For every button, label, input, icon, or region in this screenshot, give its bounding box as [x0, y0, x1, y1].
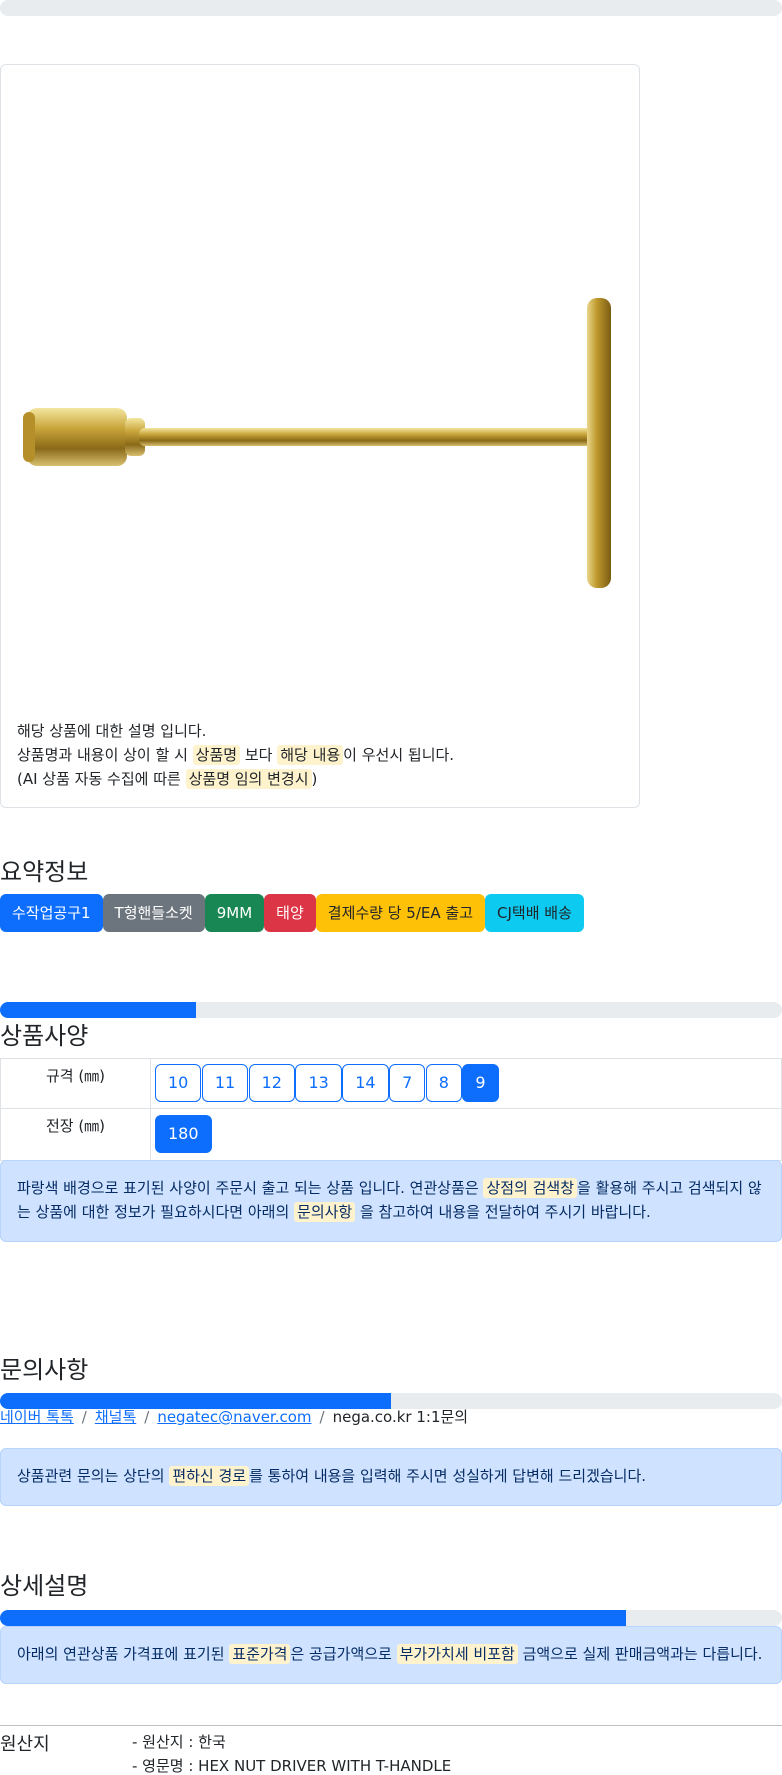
spec-label-length: 전장 (㎜): [0, 1108, 151, 1161]
origin-item-english-name: - 영문명 : HEX NUT DRIVER WITH T-HANDLE: [132, 1757, 452, 1775]
detail-progress-fill: [0, 1610, 626, 1626]
highlight-vat-excluded: 부가가치세 비포함: [396, 1644, 518, 1664]
spec-table: 규격 (㎜) 10 11 12 13 14 7 8 9 전장 (㎜) 180: [0, 1058, 782, 1161]
notice-text: 금액으로 실제 판매금액과는 다릅니다.: [517, 1645, 763, 1663]
size-option-11[interactable]: 11: [201, 1063, 249, 1102]
description-text: ): [311, 770, 318, 788]
separator: /: [144, 1408, 150, 1426]
length-option-180-selected[interactable]: 180: [155, 1114, 212, 1153]
size-option-14[interactable]: 14: [342, 1063, 389, 1102]
size-option-10[interactable]: 10: [155, 1063, 202, 1102]
origin-item-country: - 원산지 : 한국: [132, 1733, 226, 1751]
email-link[interactable]: negatec@naver.com: [157, 1408, 311, 1426]
notice-text: 파랑색 배경으로 표기된 사양이 주문시 출고 되는 상품 입니다. 연관상품은: [17, 1179, 484, 1197]
description-line-3: (AI 상품 자동 수집에 따른 상품명 임의 변경시): [17, 767, 454, 791]
badge-quantity: 결제수량 당 5/EA 출고: [315, 894, 486, 932]
detail-title: 상세설명: [0, 1572, 89, 1600]
inquiry-links: 네이버 톡톡 / 채널톡 / negatec@naver.com / nega.co.kr …: [0, 1406, 468, 1427]
detail-progress-bar: [0, 1610, 782, 1626]
spec-label-size: 규격 (㎜): [0, 1058, 151, 1109]
notice-text: 을 참고하여 내용을 전달하여 주시기 바랍니다.: [355, 1203, 651, 1221]
inquiry-title: 문의사항: [0, 1356, 89, 1384]
top-progress-bar: [0, 0, 782, 16]
description-line-2: 상품명과 내용이 상이 할 시 상품명 보다 해당 내용 이 우선시 됩니다.: [17, 743, 454, 767]
spec-row-size: 규격 (㎜) 10 11 12 13 14 7 8 9: [0, 1058, 782, 1109]
notice-text: 은 공급가액으로: [290, 1645, 397, 1663]
size-option-12[interactable]: 12: [248, 1063, 295, 1102]
naver-talk-link[interactable]: 네이버 톡톡: [0, 1408, 74, 1426]
product-description: 해당 상품에 대한 설명 입니다. 상품명과 내용이 상이 할 시 상품명 보다…: [17, 719, 454, 791]
spec-title: 상품사양: [0, 1022, 89, 1050]
badge-size: 9MM: [204, 894, 265, 932]
spec-row-length: 전장 (㎜) 180: [0, 1108, 782, 1161]
channel-talk-link[interactable]: 채널톡: [95, 1408, 136, 1426]
highlight-standard-price: 표준가격: [229, 1644, 291, 1664]
separator: /: [319, 1408, 325, 1426]
spec-progress-bar: [0, 1002, 782, 1018]
spec-options-length: 180: [150, 1108, 782, 1161]
product-image: [23, 298, 611, 588]
summary-badges: 수작업공구1 T형핸들소켓 9MM 태양 결제수량 당 5/EA 출고 CJ택배…: [0, 894, 584, 932]
product-card: 해당 상품에 대한 설명 입니다. 상품명과 내용이 상이 할 시 상품명 보다…: [0, 64, 640, 808]
spec-notice: 파랑색 배경으로 표기된 사양이 주문시 출고 되는 상품 입니다. 연관상품은…: [0, 1160, 782, 1242]
detail-notice: 아래의 연관상품 가격표에 표기된 표준가격 은 공급가액으로 부가가치세 비포함…: [0, 1626, 782, 1684]
site-inquiry-text: nega.co.kr 1:1문의: [332, 1408, 469, 1426]
size-option-13[interactable]: 13: [295, 1063, 342, 1102]
description-text: 상품명과 내용이 상이 할 시: [17, 746, 193, 764]
notice-text: 아래의 연관상품 가격표에 표기된: [17, 1645, 230, 1663]
description-line-1: 해당 상품에 대한 설명 입니다.: [17, 722, 207, 740]
description-text: (AI 상품 자동 수집에 따른: [17, 770, 186, 788]
inquiry-notice: 상품관련 문의는 상단의 편하신 경로 를 통하여 내용을 입력해 주시면 성실하…: [0, 1448, 782, 1506]
origin-list: - 원산지 : 한국 - 영문명 : HEX NUT DRIVER WITH T…: [132, 1730, 451, 1775]
origin-label: 원산지: [0, 1734, 50, 1755]
notice-text: 를 통하여 내용을 입력해 주시면 성실하게 답변해 드리겠습니다.: [249, 1467, 647, 1485]
summary-title: 요약정보: [0, 858, 89, 886]
highlight-product-name: 상품명: [192, 745, 241, 765]
size-option-7[interactable]: 7: [389, 1063, 426, 1102]
spec-options-size: 10 11 12 13 14 7 8 9: [150, 1058, 782, 1109]
badge-category: 수작업공구1: [0, 894, 103, 932]
description-text: 이 우선시 됩니다.: [343, 746, 455, 764]
separator: /: [81, 1408, 87, 1426]
badge-brand: 태양: [264, 894, 316, 932]
badge-shipping: CJ택배 배송: [485, 894, 584, 932]
badge-type: T형핸들소켓: [102, 894, 205, 932]
size-option-9-selected[interactable]: 9: [462, 1063, 499, 1102]
highlight-route: 편하신 경로: [169, 1466, 250, 1486]
highlight-search-box: 상점의 검색창: [483, 1178, 578, 1198]
description-text: 보다: [240, 746, 278, 764]
highlight-name-change: 상품명 임의 변경시: [185, 769, 312, 789]
origin-divider: [0, 1725, 782, 1726]
highlight-inquiry: 문의사항: [294, 1202, 356, 1222]
size-option-8[interactable]: 8: [425, 1063, 462, 1102]
notice-text: 상품관련 문의는 상단의: [17, 1467, 170, 1485]
highlight-content: 해당 내용: [277, 745, 344, 765]
